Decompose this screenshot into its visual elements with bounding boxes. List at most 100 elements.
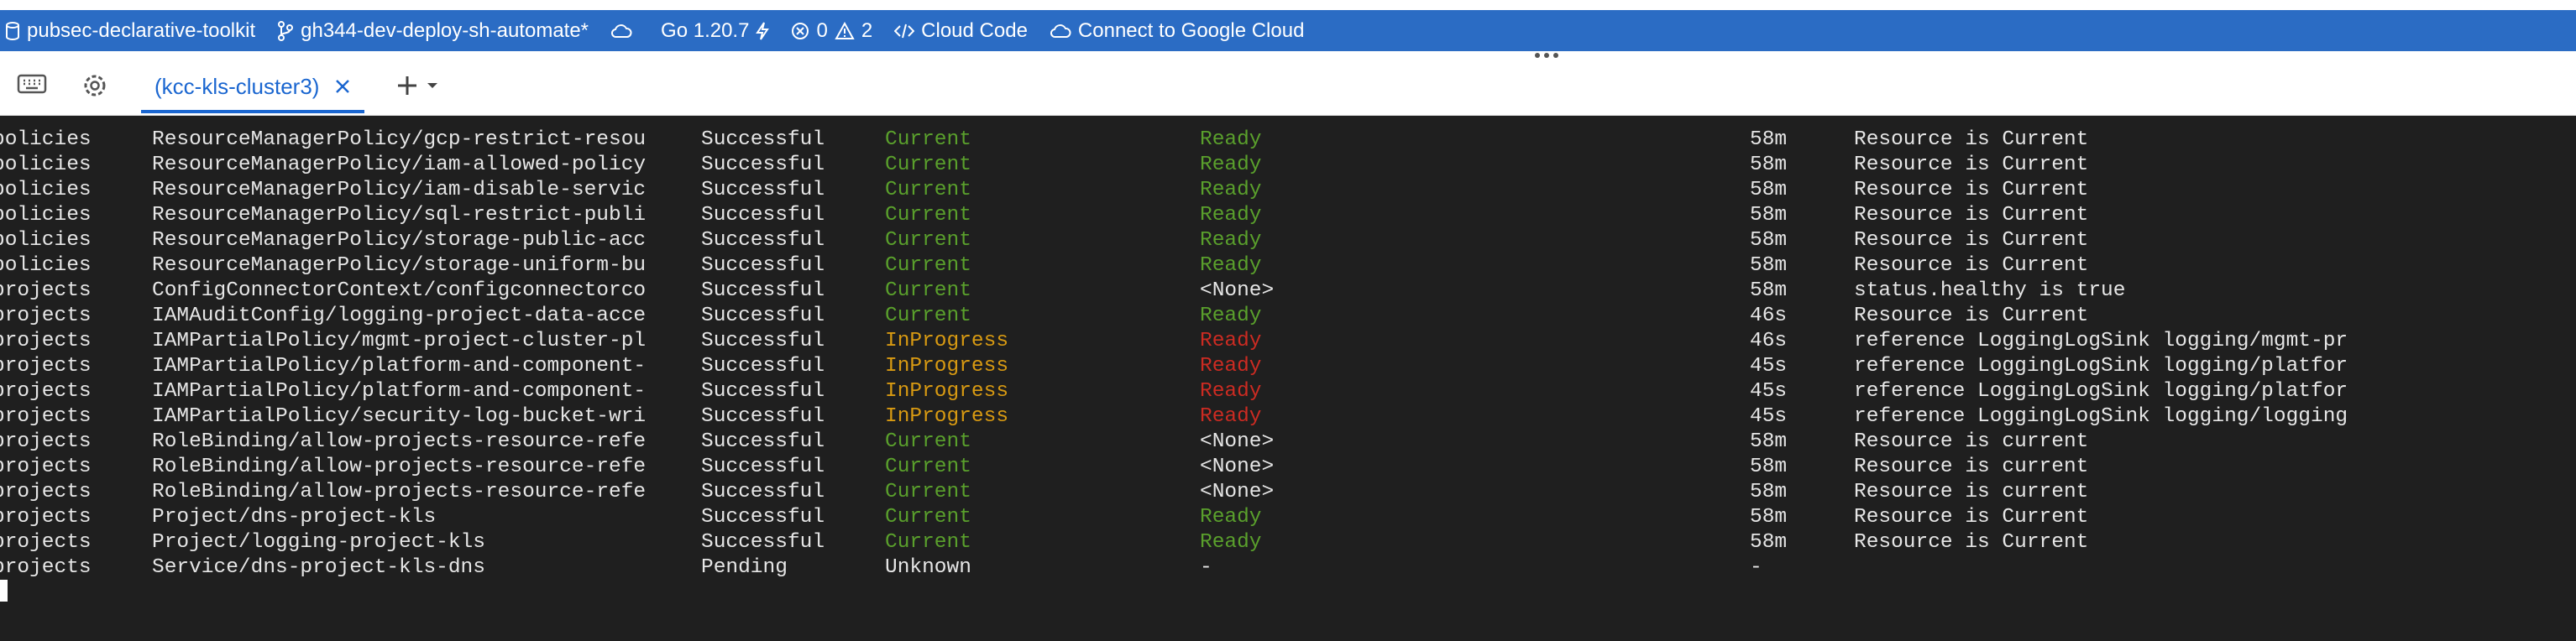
row-resource: RoleBinding/allow-projects-resource-refe: [152, 430, 647, 453]
row-message: reference LoggingLogSink logging/platfor: [1854, 380, 2348, 403]
row-conditions: Ready: [1200, 380, 1262, 403]
terminal-line: projects IAMPartialPolicy/platform-and-co…: [0, 379, 2576, 404]
row-namespace: policies: [0, 254, 92, 277]
row-status: Current: [885, 229, 971, 252]
row-conditions: Ready: [1200, 305, 1262, 327]
lightning-icon: [756, 21, 770, 40]
terminal-line: policies ResourceManagerPolicy/storage-un…: [0, 253, 2576, 279]
row-message: Resource is Current: [1854, 305, 2089, 327]
errors-count: 0: [816, 18, 828, 42]
gear-icon[interactable]: [81, 71, 109, 100]
row-age: 58m: [1750, 154, 1788, 176]
row-message: Resource is current: [1854, 456, 2089, 478]
row-message: status.healthy is true: [1854, 279, 2126, 302]
branch-status-item[interactable]: gh344-dev-deploy-sh-automate*: [277, 19, 589, 43]
connect-label: Connect to Google Cloud: [1077, 18, 1305, 42]
row-message: Resource is current: [1854, 430, 2089, 453]
row-action: Successful: [701, 481, 825, 503]
row-namespace: policies: [0, 179, 92, 201]
project-name: pubsec-declarative-toolkit: [27, 18, 256, 42]
connect-cloud-item[interactable]: Connect to Google Cloud: [1050, 18, 1305, 43]
row-message: reference LoggingLogSink logging/logging: [1854, 405, 2348, 428]
row-resource: ResourceManagerPolicy/storage-uniform-bu: [152, 254, 647, 277]
new-terminal-button[interactable]: [396, 75, 438, 96]
row-age: 58m: [1750, 254, 1788, 277]
row-status: InProgress: [885, 355, 1009, 378]
row-action: Successful: [701, 254, 825, 277]
row-action: Successful: [701, 380, 825, 403]
row-message: Resource is Current: [1854, 254, 2089, 277]
row-resource: ResourceManagerPolicy/storage-public-acc: [152, 229, 647, 252]
code-icon: [894, 23, 915, 38]
row-resource: Project/dns-project-kls: [152, 506, 437, 529]
terminal-line: policies ResourceManagerPolicy/sql-restri…: [0, 203, 2576, 228]
terminal-line: projects ConfigConnectorContext/configcon…: [0, 279, 2576, 304]
terminal-line: projects Project/logging-project-kls Succe…: [0, 530, 2576, 555]
close-icon[interactable]: [334, 78, 351, 95]
terminal-line: projects RoleBinding/allow-projects-resou…: [0, 455, 2576, 480]
project-status-item[interactable]: pubsec-declarative-toolkit: [5, 19, 255, 43]
tab-kcc-kls-cluster3[interactable]: (kcc-kls-cluster3): [141, 63, 365, 113]
row-action: Successful: [701, 305, 825, 327]
row-namespace: projects: [0, 531, 92, 554]
row-status: Current: [885, 154, 971, 176]
error-icon: [792, 22, 809, 39]
window-top-strip: [0, 0, 2576, 10]
row-conditions: Ready: [1200, 204, 1262, 227]
keyboard-icon[interactable]: [17, 73, 47, 95]
row-action: Successful: [701, 531, 825, 554]
row-age: 45s: [1750, 355, 1788, 378]
row-conditions: Ready: [1200, 254, 1262, 277]
row-message: reference LoggingLogSink logging/mgmt-pr: [1854, 330, 2348, 352]
row-action: Successful: [701, 506, 825, 529]
row-namespace: projects: [0, 430, 92, 453]
row-namespace: projects: [0, 380, 92, 403]
row-age: 58m: [1750, 128, 1788, 151]
row-message: Resource is Current: [1854, 506, 2089, 529]
branch-name: gh344-dev-deploy-sh-automate*: [301, 18, 589, 42]
row-namespace: policies: [0, 128, 92, 151]
row-namespace: projects: [0, 279, 92, 302]
panel-resize-handle[interactable]: [1535, 53, 1558, 58]
row-conditions: <None>: [1200, 481, 1275, 503]
row-status: Current: [885, 305, 971, 327]
go-version-item[interactable]: Go 1.20.7: [661, 19, 770, 43]
cloud-code-item[interactable]: Cloud Code: [894, 19, 1028, 43]
row-status: Current: [885, 128, 971, 151]
row-action: Successful: [701, 279, 825, 302]
terminal-line: projects IAMPartialPolicy/platform-and-co…: [0, 354, 2576, 379]
row-resource: IAMPartialPolicy/security-log-bucket-wri: [152, 405, 647, 428]
row-action: Successful: [701, 204, 825, 227]
row-action: Pending: [701, 556, 788, 579]
row-conditions: Ready: [1200, 355, 1262, 378]
row-status: Current: [885, 456, 971, 478]
row-age: 58m: [1750, 531, 1788, 554]
row-age: 58m: [1750, 279, 1788, 302]
row-action: Successful: [701, 405, 825, 428]
plus-icon: [398, 76, 416, 95]
row-resource: IAMAuditConfig/logging-project-data-acce: [152, 305, 647, 327]
row-namespace: policies: [0, 154, 92, 176]
row-namespace: projects: [0, 506, 92, 529]
tab-label: (kcc-kls-cluster3): [154, 73, 320, 99]
terminal-line: policies ResourceManagerPolicy/iam-allowe…: [0, 153, 2576, 178]
row-age: 46s: [1750, 305, 1788, 327]
terminal-line: projects IAMPartialPolicy/mgmt-project-cl…: [0, 329, 2576, 354]
row-resource: ResourceManagerPolicy/iam-disable-servic: [152, 179, 647, 201]
database-icon: [6, 21, 19, 40]
row-namespace: projects: [0, 456, 92, 478]
sync-status-item[interactable]: [610, 23, 639, 39]
row-status: InProgress: [885, 330, 1009, 352]
row-status: InProgress: [885, 405, 1009, 428]
row-action: Successful: [701, 355, 825, 378]
terminal-line: projects IAMAuditConfig/logging-project-d…: [0, 304, 2576, 329]
row-message: Resource is Current: [1854, 128, 2089, 151]
terminal-line: policies ResourceManagerPolicy/storage-pu…: [0, 228, 2576, 253]
row-age: 45s: [1750, 380, 1788, 403]
terminal-output[interactable]: policies ResourceManagerPolicy/gcp-restri…: [0, 117, 2576, 641]
row-age: 58m: [1750, 456, 1788, 478]
row-resource: IAMPartialPolicy/mgmt-project-cluster-pl: [152, 330, 647, 352]
row-resource: RoleBinding/allow-projects-resource-refe: [152, 481, 647, 503]
problems-item[interactable]: 0 2: [791, 19, 872, 43]
row-namespace: projects: [0, 556, 92, 579]
